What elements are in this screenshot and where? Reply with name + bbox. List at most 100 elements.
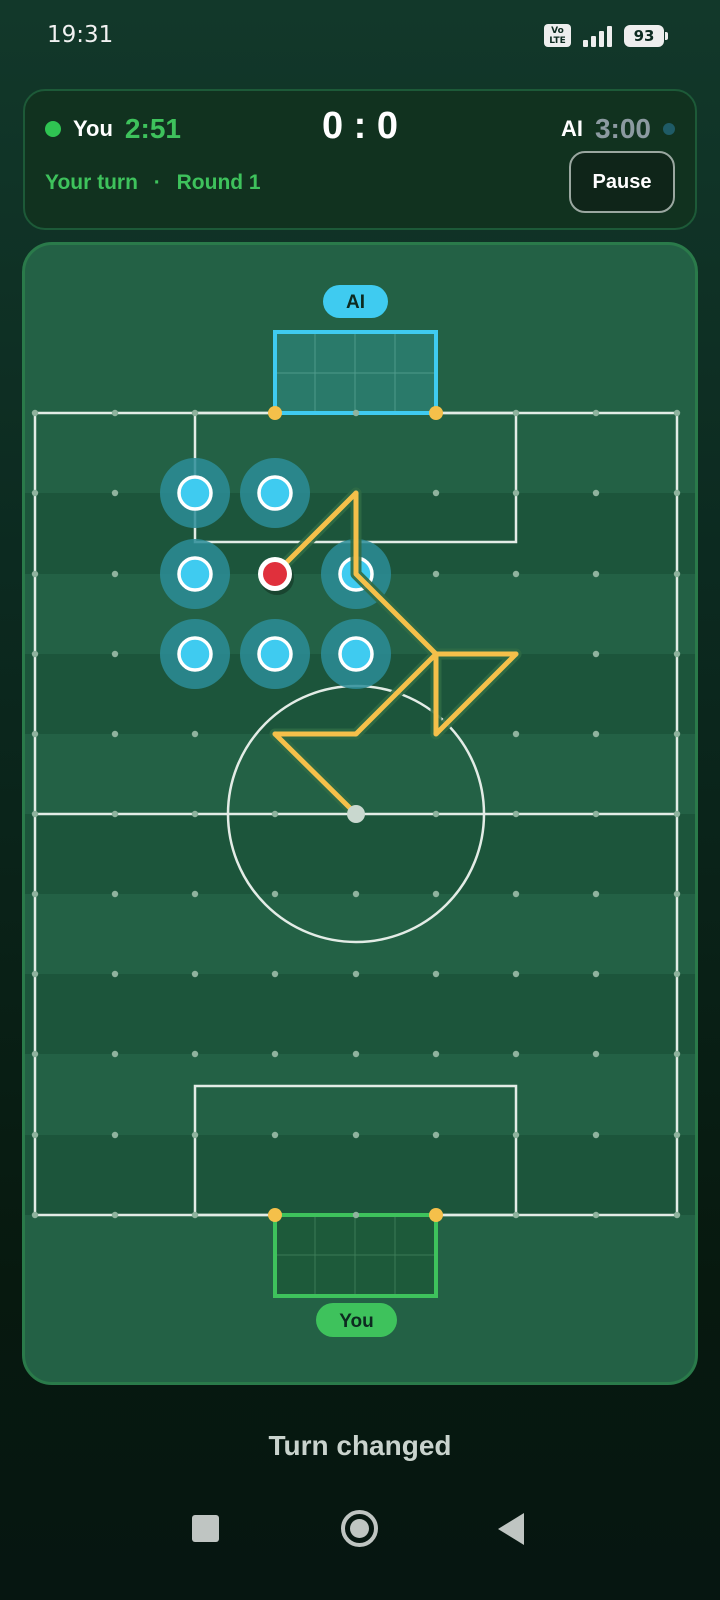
status-icons: Vo LTE 93 (544, 24, 668, 47)
grid-dot (352, 409, 360, 417)
grid-dot (111, 409, 119, 417)
field-stripe (25, 974, 695, 1054)
grid-dot (111, 1131, 119, 1139)
grid-dot (673, 570, 681, 578)
grid-dot (31, 1211, 39, 1219)
grid-dot (432, 489, 440, 497)
grid-dot (592, 1131, 600, 1139)
grid-dot (512, 1131, 520, 1139)
grid-dot (111, 810, 119, 818)
status-bar: 19:31 Vo LTE 93 (0, 0, 720, 72)
top-goal (273, 330, 438, 415)
ai-indicator-icon (663, 123, 675, 135)
grid-dot (352, 1131, 360, 1139)
ai-node-marker (338, 636, 374, 672)
grid-dot (271, 1131, 279, 1139)
grid-dot (673, 1131, 681, 1139)
grid-dot (512, 409, 520, 417)
grid-dot (592, 890, 600, 898)
grid-dot (512, 570, 520, 578)
grid-dot (111, 970, 119, 978)
grid-dot (592, 810, 600, 818)
pause-button[interactable]: Pause (569, 151, 675, 213)
grid-dot (271, 1050, 279, 1058)
grid-dot (592, 730, 600, 738)
grid-dot (673, 650, 681, 658)
grid-dot (31, 1131, 39, 1139)
player-goal-label: You (316, 1303, 397, 1337)
back-triangle-icon[interactable] (498, 1513, 524, 1545)
grid-dot (111, 890, 119, 898)
home-circle-icon[interactable] (341, 1510, 378, 1547)
grid-dot (512, 730, 520, 738)
volte-icon: Vo LTE (544, 24, 571, 47)
grid-dot (111, 650, 119, 658)
turn-text: Your turn (45, 171, 138, 194)
grid-dot (352, 1211, 360, 1219)
score-panel: You 2:51 0 : 0 AI 3:00 Your turn · Round… (23, 89, 697, 230)
grid-dot (673, 730, 681, 738)
signal-icon (583, 25, 612, 47)
game-field[interactable]: AI You (22, 242, 698, 1385)
grid-dot (592, 489, 600, 497)
grid-dot (31, 489, 39, 497)
grid-dot (111, 489, 119, 497)
grid-dot (191, 409, 199, 417)
grid-dot (592, 1211, 600, 1219)
grid-dot (432, 570, 440, 578)
ai-goal-label-text: AI (346, 292, 365, 313)
grid-dot (191, 730, 199, 738)
grid-dot (592, 970, 600, 978)
grid-dot (31, 970, 39, 978)
ai-node-marker (177, 556, 213, 592)
field-stripe (25, 1054, 695, 1135)
grid-dot (432, 890, 440, 898)
grid-dot (432, 1050, 440, 1058)
ai-node-marker (257, 475, 293, 511)
grid-dot (673, 890, 681, 898)
recents-square-icon[interactable] (192, 1515, 219, 1542)
round-text: Round 1 (176, 171, 261, 194)
field-stripe (25, 1135, 695, 1215)
grid-dot (512, 970, 520, 978)
center-spot (347, 805, 365, 823)
grid-dot (31, 890, 39, 898)
grid-dot (191, 1211, 199, 1219)
ai-goal-label: AI (323, 285, 388, 318)
grid-dot (31, 409, 39, 417)
player-goal-label-text: You (339, 1311, 373, 1332)
grid-dot (191, 970, 199, 978)
grid-dot (271, 890, 279, 898)
bottom-goal (273, 1213, 438, 1298)
grid-dot (592, 650, 600, 658)
grid-dot (31, 1050, 39, 1058)
ai-node-marker (177, 475, 213, 511)
grid-dot (673, 810, 681, 818)
ai-node-marker (177, 636, 213, 672)
grid-dot (592, 409, 600, 417)
turn-status: Your turn · Round 1 (45, 171, 261, 195)
grid-dot (432, 810, 440, 818)
grid-dot (352, 970, 360, 978)
grid-dot (191, 890, 199, 898)
ai-timer: 3:00 (594, 113, 651, 144)
grid-dot (352, 1050, 360, 1058)
grid-dot (111, 730, 119, 738)
field-stripe (25, 814, 695, 894)
status-time: 19:31 (47, 22, 114, 48)
grid-dot (512, 810, 520, 818)
grid-dot (111, 1050, 119, 1058)
grid-dot (512, 1211, 520, 1219)
grid-dot (191, 1050, 199, 1058)
ai-node-marker (257, 636, 293, 672)
turn-changed-message: Turn changed (268, 1430, 452, 1461)
grid-dot (191, 810, 199, 818)
ai-info: AI 3:00 (561, 113, 675, 145)
grid-dot (31, 570, 39, 578)
grid-dot (673, 970, 681, 978)
grid-dot (512, 489, 520, 497)
grid-dot (111, 1211, 119, 1219)
grid-dot (592, 1050, 600, 1058)
grid-dot (432, 970, 440, 978)
grid-dot (673, 1050, 681, 1058)
